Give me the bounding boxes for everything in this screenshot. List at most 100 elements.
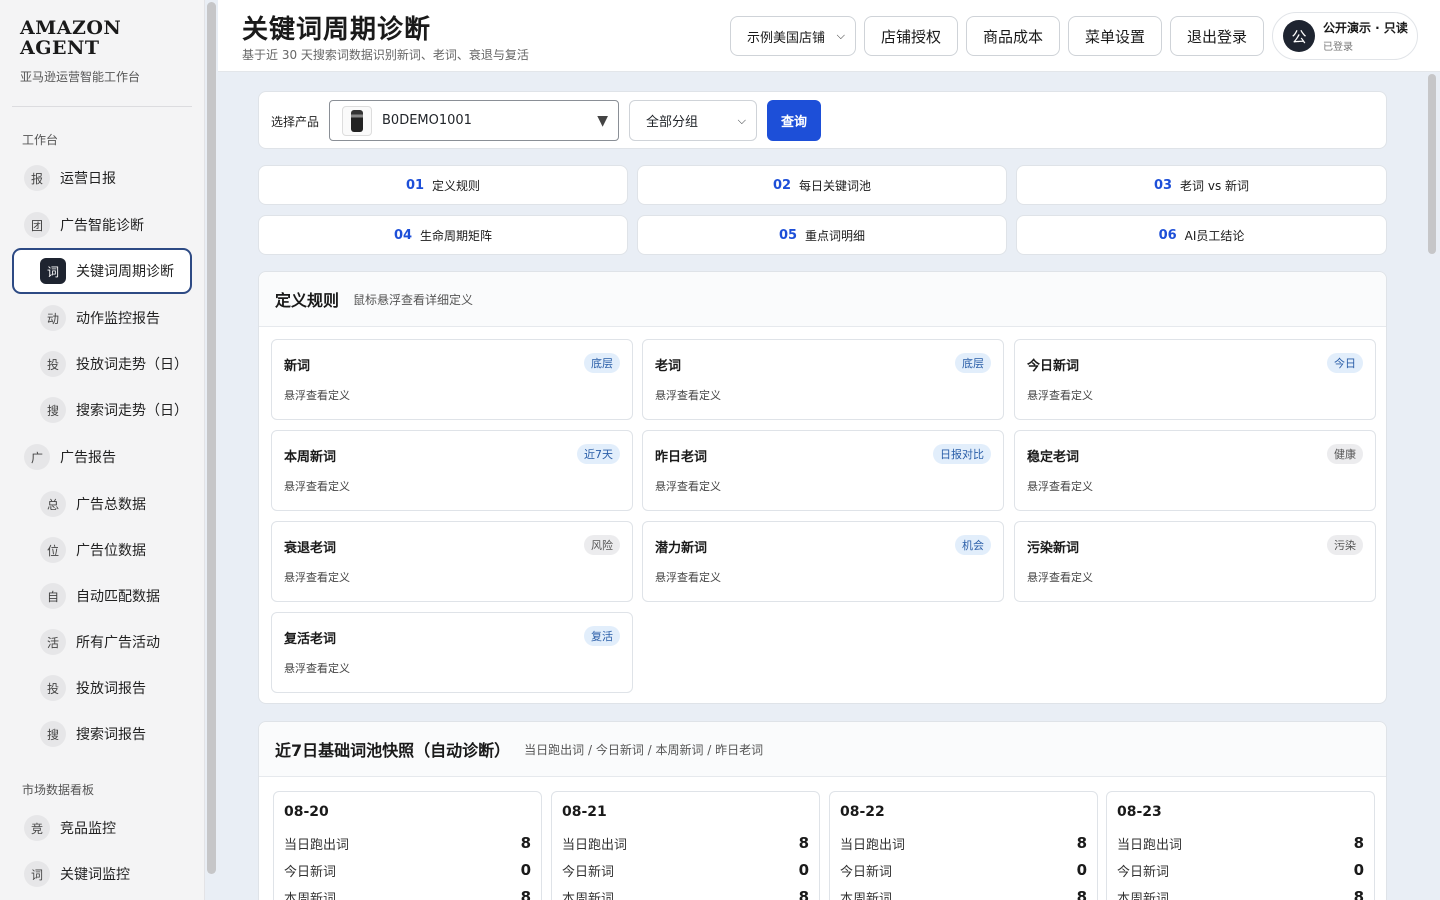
rule-name: 污染新词 — [1027, 541, 1080, 556]
sidebar-item-badge: 词 — [24, 861, 50, 887]
rule-tag: 底层 — [584, 353, 620, 373]
rule-card-revived-old[interactable]: 复活老词 复活 悬浮查看定义 — [271, 612, 633, 693]
rule-name: 本周新词 — [284, 450, 337, 465]
tab-old-vs-new[interactable]: 03 老词 vs 新词 — [1016, 165, 1387, 205]
sidebar-item-competitor-monitor[interactable]: 竞 竞品监控 — [24, 808, 194, 848]
sidebar-item-badge: 搜 — [40, 397, 66, 423]
tab-key-words[interactable]: 05 重点词明细 — [637, 215, 1007, 255]
row-label: 当日跑出词 — [562, 837, 628, 853]
logout-button[interactable]: 退出登录 — [1170, 16, 1264, 56]
tab-label: AI员工结论 — [1184, 228, 1245, 243]
rule-tag: 风险 — [584, 535, 620, 555]
rule-desc: 悬浮查看定义 — [655, 571, 721, 584]
sidebar-item-label: 搜索词走势（日） — [76, 403, 188, 419]
sidebar-item-label: 广告位数据 — [76, 543, 146, 559]
snapshot-row: 本周新词 8 — [284, 887, 531, 900]
user-menu[interactable]: 公 公开演示 · 只读 已登录 — [1272, 12, 1418, 60]
page-subtitle: 基于近 30 天搜索词数据识别新词、老词、衰退与复活 — [242, 48, 529, 62]
rule-name: 今日新词 — [1027, 359, 1080, 374]
user-name: 公开演示 · 只读 — [1323, 21, 1408, 35]
menu-settings-button[interactable]: 菜单设置 — [1068, 16, 1162, 56]
sidebar-item-ad-report[interactable]: 广 广告报告 — [24, 437, 194, 477]
sidebar-item-all-campaigns[interactable]: 活 所有广告活动 — [40, 622, 190, 662]
section-title: 定义规则 — [275, 291, 340, 310]
sidebar-item-label: 搜索词报告 — [76, 727, 146, 743]
sidebar-item-keyword-cycle[interactable]: 词 关键词周期诊断 — [12, 248, 192, 294]
tab-number: 05 — [778, 227, 798, 243]
rule-card-potential-new[interactable]: 潜力新词 机会 悬浮查看定义 — [642, 521, 1004, 602]
sidebar-item-badge: 竞 — [24, 815, 50, 841]
tab-lifecycle-matrix[interactable]: 04 生命周期矩阵 — [258, 215, 628, 255]
chevron-down-icon: ⌵ — [836, 29, 845, 42]
product-select-value: B0DEMO1001 — [382, 113, 472, 128]
tab-daily-pool[interactable]: 02 每日关键词池 — [637, 165, 1007, 205]
rule-card-new-word[interactable]: 新词 底层 悬浮查看定义 — [271, 339, 633, 420]
product-cost-button[interactable]: 商品成本 — [966, 16, 1060, 56]
rule-card-polluted-new[interactable]: 污染新词 污染 悬浮查看定义 — [1014, 521, 1376, 602]
row-label: 本周新词 — [1117, 891, 1170, 900]
sidebar-item-label: 运营日报 — [60, 171, 116, 187]
rule-desc: 悬浮查看定义 — [284, 662, 350, 675]
brand-name: AMAZON AGENT — [20, 17, 122, 59]
store-select[interactable]: 示例美国店铺 ⌵ — [730, 16, 856, 56]
snapshot-row: 今日新词 0 — [840, 860, 1087, 880]
rule-card-week-new[interactable]: 本周新词 近7天 悬浮查看定义 — [271, 430, 633, 511]
snapshot-day-card: 08-23 当日跑出词 8 今日新词 0 本周新词 8 — [1106, 791, 1375, 900]
row-label: 本周新词 — [284, 891, 337, 900]
snapshot-row: 今日新词 0 — [284, 860, 531, 880]
sidebar-item-ad-total[interactable]: 总 广告总数据 — [40, 484, 190, 524]
sidebar-item-target-report[interactable]: 投 投放词报告 — [40, 668, 190, 708]
query-button[interactable]: 查询 — [767, 100, 821, 141]
rule-card-yesterday-old[interactable]: 昨日老词 日报对比 悬浮查看定义 — [642, 430, 1004, 511]
row-label: 今日新词 — [840, 864, 893, 880]
rules-panel: 定义规则 鼠标悬浮查看详细定义 新词 底层 悬浮查看定义 老词 底层 悬浮查看定… — [258, 271, 1387, 704]
sidebar-item-label: 广告总数据 — [76, 497, 146, 513]
row-label: 本周新词 — [840, 891, 893, 900]
rule-card-stable-old[interactable]: 稳定老词 健康 悬浮查看定义 — [1014, 430, 1376, 511]
group-select-value: 全部分组 — [646, 115, 699, 130]
sidebar: AMAZON AGENT 亚马逊运营智能工作台 工作台 报 运营日报 团 广告智… — [0, 0, 205, 900]
row-value: 0 — [1353, 861, 1364, 879]
sidebar-item-ad-placement[interactable]: 位 广告位数据 — [40, 530, 190, 570]
rule-desc: 悬浮查看定义 — [1027, 389, 1093, 402]
row-value: 8 — [798, 888, 809, 900]
sidebar-item-label: 投放词走势（日） — [76, 357, 188, 373]
snapshot-row: 当日跑出词 8 — [840, 833, 1087, 853]
sidebar-item-daily-report[interactable]: 报 运营日报 — [24, 158, 194, 198]
snapshot-row: 本周新词 8 — [1117, 887, 1364, 900]
product-select[interactable]: B0DEMO1001 ▼ — [329, 100, 619, 141]
rule-card-today-new[interactable]: 今日新词 今日 悬浮查看定义 — [1014, 339, 1376, 420]
main-scrollbar[interactable] — [1428, 74, 1436, 254]
group-select[interactable]: 全部分组 ⌵ — [629, 100, 757, 141]
tab-ai-conclusion[interactable]: 06 AI员工结论 — [1016, 215, 1387, 255]
nav-section-market: 市场数据看板 — [22, 783, 95, 797]
sidebar-item-target-trend[interactable]: 投 投放词走势（日） — [40, 344, 190, 384]
sidebar-item-search-report[interactable]: 搜 搜索词报告 — [40, 714, 190, 754]
rule-name: 昨日老词 — [655, 450, 708, 465]
caret-down-icon: ▼ — [597, 113, 608, 129]
sidebar-item-search-trend[interactable]: 搜 搜索词走势（日） — [40, 390, 190, 430]
rule-tag: 污染 — [1327, 535, 1363, 555]
section-hint: 当日跑出词 / 今日新词 / 本周新词 / 昨日老词 — [524, 742, 764, 757]
sidebar-item-ad-diagnosis[interactable]: 团 广告智能诊断 — [24, 205, 194, 245]
user-status: 已登录 — [1323, 42, 1353, 53]
rule-tag: 今日 — [1327, 353, 1363, 373]
sidebar-item-keyword-monitor[interactable]: 词 关键词监控 — [24, 854, 194, 894]
store-auth-button[interactable]: 店铺授权 — [864, 16, 958, 56]
rule-desc: 悬浮查看定义 — [284, 571, 350, 584]
tab-define-rules[interactable]: 01 定义规则 — [258, 165, 628, 205]
sidebar-item-label: 关键词周期诊断 — [76, 264, 174, 280]
rule-card-declining-old[interactable]: 衰退老词 风险 悬浮查看定义 — [271, 521, 633, 602]
snapshot-day-card: 08-22 当日跑出词 8 今日新词 0 本周新词 8 — [829, 791, 1098, 900]
snapshot-date: 08-20 — [284, 804, 329, 820]
sidebar-scrollbar[interactable] — [207, 2, 216, 874]
rule-tag: 复活 — [584, 626, 620, 646]
tab-number: 03 — [1153, 177, 1173, 193]
rule-card-old-word[interactable]: 老词 底层 悬浮查看定义 — [642, 339, 1004, 420]
chevron-down-icon: ⌵ — [737, 113, 746, 127]
row-label: 当日跑出词 — [284, 837, 350, 853]
row-value: 8 — [1076, 834, 1087, 852]
sidebar-item-action-monitor[interactable]: 动 动作监控报告 — [40, 298, 190, 338]
sidebar-item-auto-match[interactable]: 自 自动匹配数据 — [40, 576, 190, 616]
sidebar-item-badge: 位 — [40, 537, 66, 563]
